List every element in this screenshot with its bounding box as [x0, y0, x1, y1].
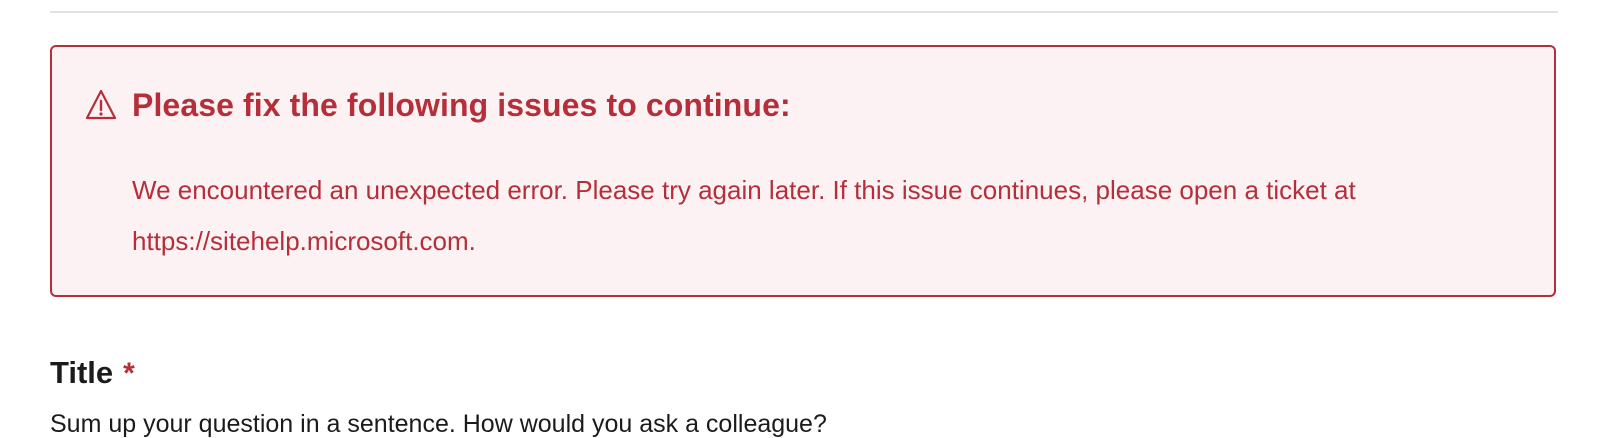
title-label-text: Title	[50, 355, 114, 390]
warning-icon	[84, 88, 118, 122]
page: Please fix the following issues to conti…	[0, 0, 1622, 438]
error-banner: Please fix the following issues to conti…	[50, 45, 1556, 297]
error-banner-header: Please fix the following issues to conti…	[84, 85, 791, 125]
error-banner-title: Please fix the following issues to conti…	[132, 86, 791, 123]
required-marker: *	[123, 357, 135, 390]
divider	[50, 11, 1558, 13]
error-banner-message: We encountered an unexpected error. Plea…	[132, 175, 1356, 256]
title-field-help-text: Sum up your question in a sentence. How …	[50, 410, 827, 438]
title-field-label: Title *	[50, 355, 135, 391]
